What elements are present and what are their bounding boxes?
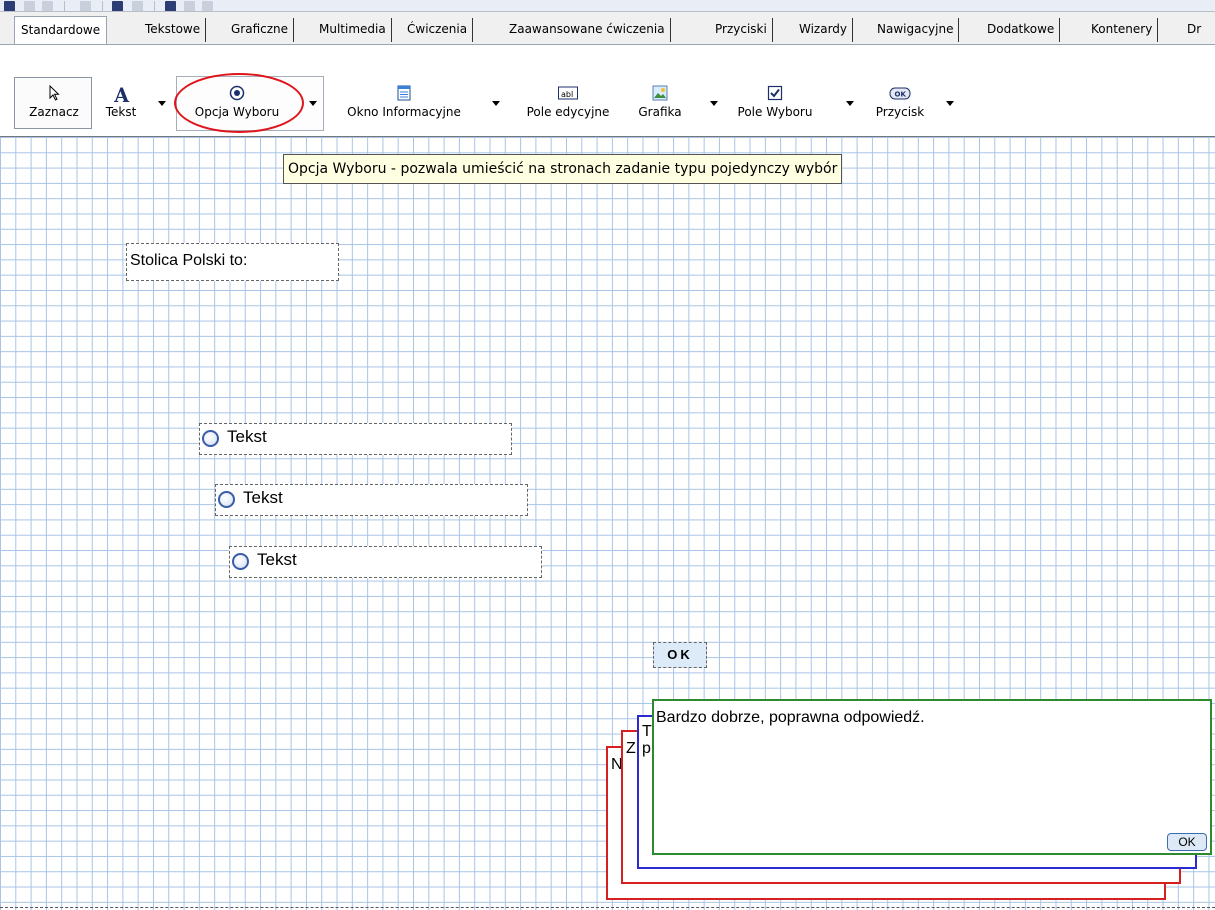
checkbox-tool-button[interactable]: Pole Wyboru xyxy=(730,85,820,125)
info-window-icon xyxy=(397,85,411,101)
checkbox-dropdown-arrow[interactable] xyxy=(846,101,854,106)
radio-circle-icon[interactable] xyxy=(232,553,249,570)
tab-graficzne[interactable]: Graficzne xyxy=(226,18,295,42)
edit-field-tool-label: Pole edycyjne xyxy=(526,105,610,119)
button-tool-label: Przycisk xyxy=(875,105,925,119)
info-window-dropdown-arrow[interactable] xyxy=(492,101,500,106)
edit-field-tool-button[interactable]: abl Pole edycyjne xyxy=(512,85,624,125)
pointer-icon xyxy=(49,85,60,101)
ok-button-icon-text: OK xyxy=(895,91,907,99)
ok-button-icon: OK xyxy=(889,87,911,100)
edit-field-icon: abl xyxy=(558,86,578,100)
button-dropdown-arrow[interactable] xyxy=(946,101,954,106)
add-icon[interactable] xyxy=(42,1,53,11)
checkbox-icon xyxy=(767,85,783,101)
info-window-tool-button[interactable]: Okno Informacyjne xyxy=(334,85,474,125)
paste-icon[interactable] xyxy=(165,1,176,11)
info-window-tool-label: Okno Informacyjne xyxy=(347,105,461,119)
undo-icon[interactable] xyxy=(112,1,123,11)
edit-icon[interactable] xyxy=(24,1,35,11)
tab-przyciski[interactable]: Przyciski xyxy=(710,18,773,42)
tab-kontenery[interactable]: Kontenery xyxy=(1086,18,1159,42)
button-tool-button[interactable]: OK Przycisk xyxy=(860,85,940,125)
feedback-ok-button[interactable]: OK xyxy=(1167,833,1207,851)
svg-text:A: A xyxy=(113,85,130,103)
toolbar: Zaznacz A Tekst Opcja Wyboru Okno Inform… xyxy=(0,44,1215,136)
feedback-window-correct[interactable]: Bardzo dobrze, poprawna odpowiedź. OK xyxy=(652,699,1212,855)
highlight-circle-annotation xyxy=(174,73,304,133)
tab-wizardy[interactable]: Wizardy xyxy=(794,18,854,42)
radio-option-3-label: Tekst xyxy=(257,550,297,569)
edit-field-icon-text: abl xyxy=(561,90,573,99)
text-dropdown-arrow[interactable] xyxy=(158,101,166,106)
redo-icon[interactable] xyxy=(132,1,143,11)
tab-cwiczenia[interactable]: Ćwiczenia xyxy=(402,18,474,42)
app-menu-icon[interactable] xyxy=(4,1,15,11)
ok-button[interactable]: OK xyxy=(653,642,707,668)
home-icon[interactable] xyxy=(80,1,91,11)
tab-zaawansowane-cwiczenia[interactable]: Zaawansowane ćwiczenia xyxy=(504,18,671,42)
graphic-tool-button[interactable]: Grafika xyxy=(632,85,688,125)
feedback-window-3-text: T p xyxy=(642,723,652,757)
radio-circle-icon[interactable] xyxy=(218,491,235,508)
radio-option-3[interactable]: Tekst xyxy=(229,546,542,578)
text-tool-button[interactable]: A Tekst xyxy=(96,85,146,125)
question-text-box[interactable]: Stolica Polski to: xyxy=(126,243,339,281)
feedback-correct-text: Bardzo dobrze, poprawna odpowiedź. xyxy=(656,709,925,726)
select-tool-button[interactable]: Zaznacz xyxy=(16,85,92,125)
radio-option-1[interactable]: Tekst xyxy=(199,423,512,455)
copy-icon[interactable] xyxy=(184,1,195,11)
graphic-tool-label: Grafika xyxy=(638,105,682,119)
text-tool-label: Tekst xyxy=(105,105,137,119)
design-canvas[interactable]: Opcja Wyboru - pozwala umieścić na stron… xyxy=(0,136,1215,910)
tab-nawigacyjne[interactable]: Nawigacyjne xyxy=(872,18,960,42)
feedback-window-2-text: Z xyxy=(626,740,636,757)
tab-tekstowe[interactable]: Tekstowe xyxy=(140,18,207,42)
checkbox-tool-label: Pole Wyboru xyxy=(737,105,813,119)
radio-option-1-label: Tekst xyxy=(227,427,267,446)
select-tool-label: Zaznacz xyxy=(29,105,79,119)
tooltip: Opcja Wyboru - pozwala umieścić na stron… xyxy=(283,154,843,184)
radio-dropdown-arrow[interactable] xyxy=(309,101,317,106)
radio-circle-icon[interactable] xyxy=(202,430,219,447)
text-a-icon: A xyxy=(113,85,130,103)
cut-icon[interactable] xyxy=(202,1,213,11)
tab-dodatkowe[interactable]: Dodatkowe xyxy=(982,18,1061,42)
question-text: Stolica Polski to: xyxy=(130,252,248,269)
radio-option-2[interactable]: Tekst xyxy=(215,484,528,516)
category-tabs: Standardowe Tekstowe Graficzne Multimedi… xyxy=(0,12,1215,44)
tab-dr[interactable]: Dr xyxy=(1182,18,1206,42)
tab-standardowe[interactable]: Standardowe xyxy=(14,16,108,44)
quick-access-bar xyxy=(0,0,1215,12)
radio-option-2-label: Tekst xyxy=(243,488,283,507)
tab-multimedia[interactable]: Multimedia xyxy=(314,18,392,42)
graphic-dropdown-arrow[interactable] xyxy=(710,101,718,106)
page-boundary-line xyxy=(0,907,1215,908)
image-icon xyxy=(652,85,668,101)
